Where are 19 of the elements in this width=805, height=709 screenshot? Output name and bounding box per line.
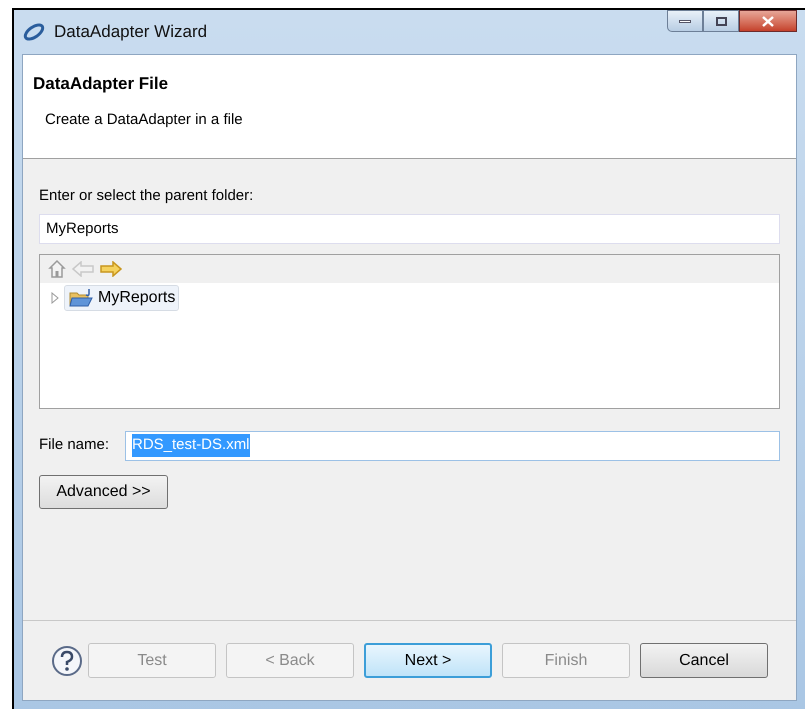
close-button[interactable]	[739, 10, 797, 32]
page-description: Create a DataAdapter in a file	[45, 110, 244, 130]
wizard-button[interactable]: Cancel	[640, 643, 768, 678]
page-title: DataAdapter File	[33, 73, 170, 95]
window-title: DataAdapter Wizard	[54, 21, 208, 44]
tree-item[interactable]: MyReports	[64, 284, 180, 310]
expand-triangle-icon[interactable]	[50, 292, 60, 304]
folder-input[interactable]: MyReports	[39, 214, 780, 244]
home-icon[interactable]	[48, 258, 66, 278]
folder-icon	[68, 288, 94, 308]
close-icon	[762, 16, 774, 26]
file-name-label: File name:	[39, 435, 110, 456]
minimize-button[interactable]	[667, 10, 703, 32]
wizard-button[interactable]: Next >	[364, 643, 492, 678]
maximize-button[interactable]	[703, 10, 739, 32]
help-icon[interactable]	[51, 644, 83, 676]
folder-label: Enter or select the parent folder:	[39, 186, 254, 206]
app-logo-icon	[22, 22, 46, 42]
advanced-button[interactable]: Advanced >>	[39, 474, 168, 508]
